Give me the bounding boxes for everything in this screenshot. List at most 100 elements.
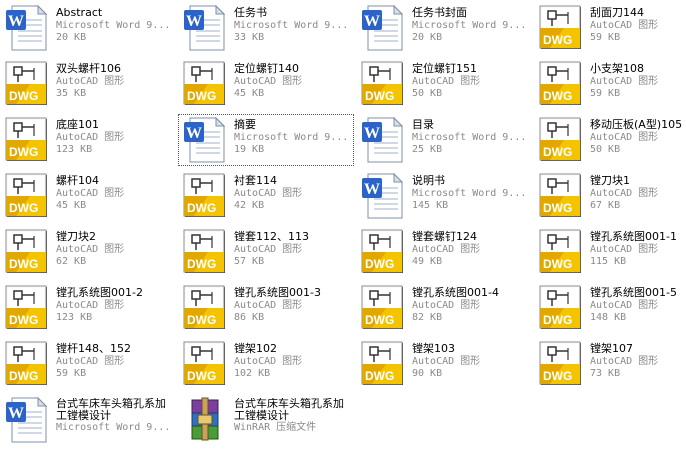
file-item[interactable]: DWG 镗孔系统图001-5 AutoCAD 图形 148 KB bbox=[534, 282, 686, 334]
file-item[interactable]: DWG 镗架102 AutoCAD 图形 102 KB bbox=[178, 338, 354, 390]
file-details: 镗孔系统图001-3 AutoCAD 图形 86 KB bbox=[234, 286, 358, 324]
file-item[interactable]: DWG 定位螺钉151 AutoCAD 图形 50 KB bbox=[356, 58, 532, 110]
file-details: 镗架103 AutoCAD 图形 90 KB bbox=[412, 342, 536, 380]
svg-text:DWG: DWG bbox=[9, 369, 38, 383]
file-item[interactable]: DWG 镗孔系统图001-2 AutoCAD 图形 123 KB bbox=[0, 282, 176, 334]
file-item[interactable]: DWG 镗套112、113 AutoCAD 图形 57 KB bbox=[178, 226, 354, 278]
file-size: 19 KB bbox=[234, 144, 265, 155]
file-item[interactable]: DWG 镗套螺钉124 AutoCAD 图形 49 KB bbox=[356, 226, 532, 278]
file-type: AutoCAD 图形 bbox=[590, 20, 659, 31]
file-name: 螺杆104 bbox=[56, 174, 99, 187]
svg-text:DWG: DWG bbox=[543, 33, 572, 47]
file-item[interactable]: DWG 镗孔系统图001-4 AutoCAD 图形 82 KB bbox=[356, 282, 532, 334]
autocad-dwg-icon: DWG bbox=[360, 340, 406, 388]
autocad-dwg-icon: DWG bbox=[182, 340, 228, 388]
svg-text:W: W bbox=[186, 13, 202, 30]
file-name: 摘要 bbox=[234, 118, 256, 131]
svg-text:DWG: DWG bbox=[365, 257, 394, 271]
file-type: Microsoft Word 9... bbox=[234, 20, 349, 31]
file-name: 镗孔系统图001-2 bbox=[56, 286, 143, 299]
autocad-dwg-icon: DWG bbox=[4, 284, 50, 332]
file-size: 45 KB bbox=[234, 88, 265, 99]
file-item[interactable]: DWG 镗架107 AutoCAD 图形 73 KB bbox=[534, 338, 686, 390]
file-size: 59 KB bbox=[56, 368, 87, 379]
file-name: 台式车床车头箱孔系加工镗模设计 bbox=[234, 398, 344, 422]
file-size: 67 KB bbox=[590, 200, 621, 211]
file-details: 小支架108 AutoCAD 图形 59 KB bbox=[590, 62, 686, 100]
file-item[interactable]: DWG 螺杆104 AutoCAD 图形 45 KB bbox=[0, 170, 176, 222]
file-item[interactable]: W 目录 Microsoft Word 9... 25 KB bbox=[356, 114, 532, 166]
svg-text:W: W bbox=[8, 13, 24, 30]
file-item[interactable]: DWG 镗孔系统图001-3 AutoCAD 图形 86 KB bbox=[178, 282, 354, 334]
file-size: 45 KB bbox=[56, 200, 87, 211]
file-size: 102 KB bbox=[234, 368, 271, 379]
file-name: 任务书 bbox=[234, 6, 267, 19]
file-item[interactable]: DWG 双头螺杆106 AutoCAD 图形 35 KB bbox=[0, 58, 176, 110]
file-name: 镗套螺钉124 bbox=[412, 230, 477, 243]
autocad-dwg-icon: DWG bbox=[4, 172, 50, 220]
svg-text:DWG: DWG bbox=[187, 201, 216, 215]
file-item[interactable]: DWG 刮面刀144 AutoCAD 图形 59 KB bbox=[534, 2, 686, 54]
file-size: 86 KB bbox=[234, 312, 265, 323]
file-item[interactable]: DWG 衬套114 AutoCAD 图形 42 KB bbox=[178, 170, 354, 222]
file-item[interactable]: DWG 镗刀块2 AutoCAD 图形 62 KB bbox=[0, 226, 176, 278]
autocad-dwg-icon: DWG bbox=[182, 172, 228, 220]
file-details: 镗孔系统图001-5 AutoCAD 图形 148 KB bbox=[590, 286, 686, 324]
svg-text:DWG: DWG bbox=[365, 313, 394, 327]
winrar-archive-icon bbox=[182, 396, 228, 444]
svg-text:DWG: DWG bbox=[365, 89, 394, 103]
file-details: 镗孔系统图001-2 AutoCAD 图形 123 KB bbox=[56, 286, 180, 324]
file-details: 镗架107 AutoCAD 图形 73 KB bbox=[590, 342, 686, 380]
file-name: 镗刀块1 bbox=[590, 174, 630, 187]
file-name: Abstract bbox=[56, 6, 103, 19]
file-size: 49 KB bbox=[412, 256, 443, 267]
file-name: 双头螺杆106 bbox=[56, 62, 121, 75]
file-item[interactable]: DWG 移动压板(A型)105 AutoCAD 图形 50 KB bbox=[534, 114, 686, 166]
file-details: 镗架102 AutoCAD 图形 102 KB bbox=[234, 342, 358, 380]
file-item[interactable]: W 任务书封面 Microsoft Word 9... 20 KB bbox=[356, 2, 532, 54]
file-type: AutoCAD 图形 bbox=[56, 356, 125, 367]
svg-text:W: W bbox=[186, 125, 202, 142]
svg-text:DWG: DWG bbox=[9, 257, 38, 271]
file-size: 145 KB bbox=[412, 200, 449, 211]
file-type: AutoCAD 图形 bbox=[590, 132, 659, 143]
file-type: AutoCAD 图形 bbox=[56, 132, 125, 143]
file-details: 定位螺钉140 AutoCAD 图形 45 KB bbox=[234, 62, 358, 100]
file-size: 50 KB bbox=[412, 88, 443, 99]
file-type: AutoCAD 图形 bbox=[590, 188, 659, 199]
file-type: Microsoft Word 9... bbox=[412, 132, 527, 143]
file-item[interactable]: W 台式车床车头箱孔系加工镗模设计 Microsoft Word 9... bbox=[0, 394, 176, 446]
file-item[interactable]: 台式车床车头箱孔系加工镗模设计 WinRAR 压缩文件 bbox=[178, 394, 354, 446]
file-type: AutoCAD 图形 bbox=[412, 244, 481, 255]
file-name: 刮面刀144 bbox=[590, 6, 644, 19]
file-details: 底座101 AutoCAD 图形 123 KB bbox=[56, 118, 180, 156]
svg-text:DWG: DWG bbox=[187, 89, 216, 103]
file-item[interactable]: DWG 底座101 AutoCAD 图形 123 KB bbox=[0, 114, 176, 166]
word-document-icon: W bbox=[4, 4, 50, 52]
file-item[interactable]: W 说明书 Microsoft Word 9... 145 KB bbox=[356, 170, 532, 222]
file-type: Microsoft Word 9... bbox=[412, 188, 527, 199]
file-details: 镗刀块2 AutoCAD 图形 62 KB bbox=[56, 230, 180, 268]
svg-text:W: W bbox=[8, 405, 24, 422]
autocad-dwg-icon: DWG bbox=[182, 284, 228, 332]
autocad-dwg-icon: DWG bbox=[538, 60, 584, 108]
autocad-dwg-icon: DWG bbox=[4, 340, 50, 388]
autocad-dwg-icon: DWG bbox=[538, 340, 584, 388]
file-item[interactable]: DWG 镗刀块1 AutoCAD 图形 67 KB bbox=[534, 170, 686, 222]
file-item[interactable]: DWG 镗孔系统图001-1 AutoCAD 图形 115 KB bbox=[534, 226, 686, 278]
file-name: 台式车床车头箱孔系加工镗模设计 bbox=[56, 398, 166, 422]
file-item[interactable]: DWG 定位螺钉140 AutoCAD 图形 45 KB bbox=[178, 58, 354, 110]
file-size: 62 KB bbox=[56, 256, 87, 267]
svg-text:DWG: DWG bbox=[543, 201, 572, 215]
file-details: 刮面刀144 AutoCAD 图形 59 KB bbox=[590, 6, 686, 44]
file-item[interactable]: DWG 小支架108 AutoCAD 图形 59 KB bbox=[534, 58, 686, 110]
file-details: Abstract Microsoft Word 9... 20 KB bbox=[56, 6, 180, 44]
file-item[interactable]: DWG 镗杆148、152 AutoCAD 图形 59 KB bbox=[0, 338, 176, 390]
file-item[interactable]: W 摘要 Microsoft Word 9... 19 KB bbox=[178, 114, 354, 166]
file-item[interactable]: W 任务书 Microsoft Word 9... 33 KB bbox=[178, 2, 354, 54]
file-item[interactable]: DWG 镗架103 AutoCAD 图形 90 KB bbox=[356, 338, 532, 390]
file-details: 任务书 Microsoft Word 9... 33 KB bbox=[234, 6, 358, 44]
file-size: 25 KB bbox=[412, 144, 443, 155]
file-size: 50 KB bbox=[590, 144, 621, 155]
file-item[interactable]: W Abstract Microsoft Word 9... 20 KB bbox=[0, 2, 176, 54]
